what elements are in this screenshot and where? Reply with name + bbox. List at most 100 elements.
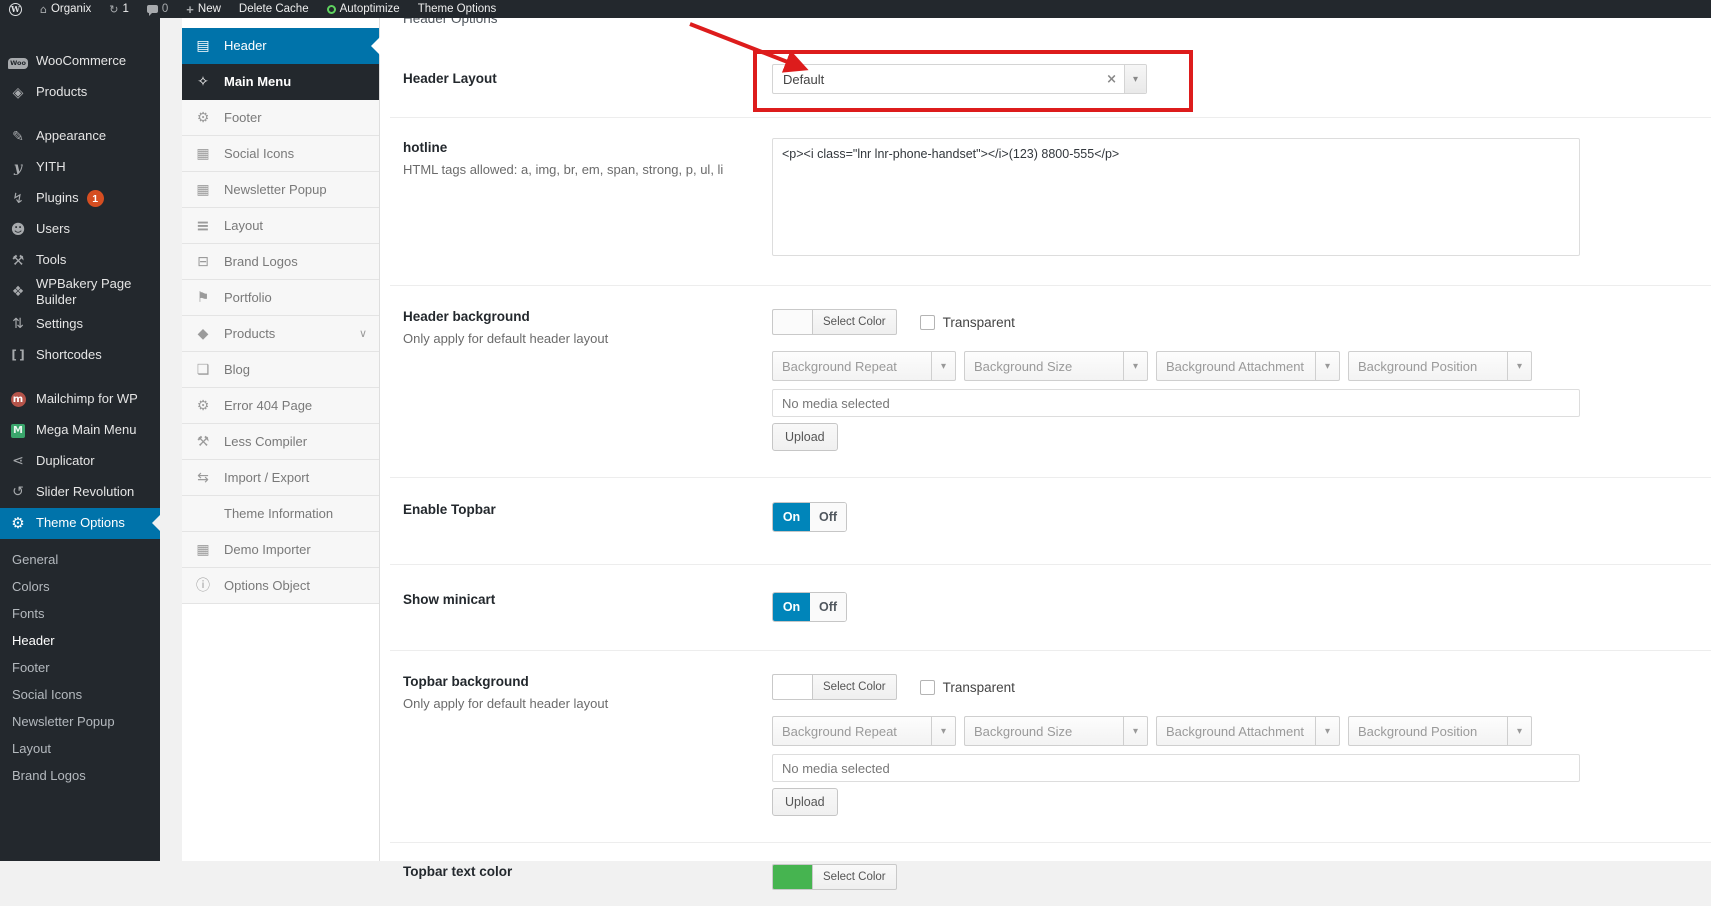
submenu-item-header[interactable]: Header — [0, 627, 160, 654]
options-nav-social-icons[interactable]: Social Icons — [182, 136, 379, 172]
submenu-item-footer[interactable]: Footer — [0, 654, 160, 681]
screen-grid-icon — [194, 147, 212, 161]
submenu-item-newsletter-popup[interactable]: Newsletter Popup — [0, 708, 160, 735]
clear-selection-icon[interactable] — [1099, 72, 1124, 87]
field-label: Enable Topbar — [403, 502, 772, 517]
section-title-clipped: Header Options — [403, 18, 1711, 31]
field-label: Topbar background — [403, 674, 772, 689]
upload-button[interactable]: Upload — [772, 788, 838, 816]
background-size-select[interactable]: Background Size — [964, 716, 1148, 746]
options-nav-import-export[interactable]: Import / Export — [182, 460, 379, 496]
autoptimize-label: Autoptimize — [340, 3, 400, 15]
background-attachment-select[interactable]: Background Attachment — [1156, 351, 1340, 381]
sidebar-item-mega-main-menu[interactable]: Mega Main Menu — [0, 415, 160, 446]
submenu-item-brand-logos[interactable]: Brand Logos — [0, 762, 160, 789]
options-nav-layout[interactable]: Layout — [182, 208, 379, 244]
toggle-off-button[interactable]: Off — [810, 503, 846, 531]
field-row-topbar-text-color: Topbar text color Select Color — [390, 843, 1711, 906]
submenu-item-layout[interactable]: Layout — [0, 735, 160, 762]
select-color-button[interactable]: Select Color — [812, 864, 897, 890]
field-description: Only apply for default header layout — [403, 696, 772, 711]
new-content-button[interactable]: + New — [177, 0, 230, 18]
sidebar-item-slider-revolution[interactable]: Slider Revolution — [0, 477, 160, 508]
screen-grid-icon — [194, 543, 212, 557]
select-color-button[interactable]: Select Color — [812, 309, 897, 335]
background-repeat-select[interactable]: Background Repeat — [772, 716, 956, 746]
submenu-item-fonts[interactable]: Fonts — [0, 600, 160, 627]
comments-icon — [147, 5, 158, 13]
options-nav-demo-importer[interactable]: Demo Importer — [182, 532, 379, 568]
media-url-field[interactable]: No media selected — [772, 754, 1580, 782]
sidebar-item-products[interactable]: Products — [0, 77, 160, 108]
sidebar-item-tools[interactable]: Tools — [0, 245, 160, 276]
theme-options-submenu: General Colors Fonts Header Footer Socia… — [0, 539, 160, 797]
header-layout-select[interactable]: Default — [772, 64, 1147, 94]
delete-cache-button[interactable]: Delete Cache — [230, 0, 318, 18]
sidebar-item-woocommerce[interactable]: WooCommerce — [0, 46, 160, 77]
background-position-select[interactable]: Background Position — [1348, 351, 1532, 381]
hotline-textarea[interactable]: <p><i class="lnr lnr-phone-handset"></i>… — [772, 138, 1580, 256]
options-nav-header[interactable]: Header — [182, 28, 379, 64]
site-name-link[interactable]: ⌂ Organix — [31, 0, 100, 18]
options-nav-error-404[interactable]: Error 404 Page — [182, 388, 379, 424]
toggle-on-button[interactable]: On — [773, 593, 810, 621]
sidebar-item-mailchimp[interactable]: Mailchimp for WP — [0, 384, 160, 415]
sidebar-item-shortcodes[interactable]: Shortcodes — [0, 340, 160, 371]
options-nav-brand-logos[interactable]: Brand Logos — [182, 244, 379, 280]
screen-grid-icon — [194, 183, 212, 197]
background-size-select[interactable]: Background Size — [964, 351, 1148, 381]
transparent-label: Transparent — [943, 315, 1015, 330]
theme-options-bar-link[interactable]: Theme Options — [409, 0, 506, 18]
sidebar-separator — [0, 108, 160, 121]
options-nav-main-menu[interactable]: Main Menu — [182, 64, 379, 100]
submenu-item-general[interactable]: General — [0, 546, 160, 573]
site-name: Organix — [51, 3, 91, 15]
color-swatch[interactable] — [772, 864, 812, 890]
select-color-button[interactable]: Select Color — [812, 674, 897, 700]
options-nav-options-object[interactable]: Options Object — [182, 568, 379, 604]
autoptimize-menu[interactable]: Autoptimize — [318, 0, 409, 18]
options-nav-portfolio[interactable]: Portfolio — [182, 280, 379, 316]
options-nav-less-compiler[interactable]: Less Compiler — [182, 424, 379, 460]
color-swatch[interactable] — [772, 309, 812, 335]
updates-link[interactable]: ↻ 1 — [100, 0, 138, 18]
sidebar-item-duplicator[interactable]: Duplicator — [0, 446, 160, 477]
sidebar-item-users[interactable]: Users — [0, 214, 160, 245]
wordpress-menu-button[interactable]: W — [0, 0, 31, 18]
header-layout-selected-value: Default — [773, 72, 1099, 87]
comments-link[interactable]: 0 — [138, 0, 177, 18]
sidebar-item-theme-options[interactable]: Theme Options — [0, 508, 160, 539]
sidebar-item-plugins[interactable]: Plugins 1 — [0, 183, 160, 214]
background-position-select[interactable]: Background Position — [1348, 716, 1532, 746]
background-attachment-select[interactable]: Background Attachment — [1156, 716, 1340, 746]
color-swatch[interactable] — [772, 674, 812, 700]
media-url-field[interactable]: No media selected — [772, 389, 1580, 417]
options-nav-newsletter-popup[interactable]: Newsletter Popup — [182, 172, 379, 208]
transparent-checkbox[interactable] — [920, 680, 935, 695]
options-nav-footer[interactable]: Footer — [182, 100, 379, 136]
plugins-update-badge: 1 — [87, 190, 104, 207]
sidebar-item-wpbakery[interactable]: WPBakery Page Builder — [0, 276, 160, 309]
sidebar-item-settings[interactable]: Settings — [0, 309, 160, 340]
settings-sliders-icon — [8, 317, 28, 331]
options-nav-blog[interactable]: Blog — [182, 352, 379, 388]
dropdown-arrow-icon[interactable] — [1124, 65, 1146, 93]
wp-admin-sidebar: WooCommerce Products Appearance YITH Plu… — [0, 18, 160, 861]
sidebar-item-yith[interactable]: YITH — [0, 152, 160, 183]
options-nav-products[interactable]: Products ∨ — [182, 316, 379, 352]
dropdown-arrow-icon — [1123, 717, 1147, 745]
submenu-item-social-icons[interactable]: Social Icons — [0, 681, 160, 708]
transparent-checkbox[interactable] — [920, 315, 935, 330]
admin-top-bar: W ⌂ Organix ↻ 1 0 + New Delete Cache Aut… — [0, 0, 1711, 18]
upload-button[interactable]: Upload — [772, 423, 838, 451]
toggle-on-button[interactable]: On — [773, 503, 810, 531]
toggle-off-button[interactable]: Off — [810, 593, 846, 621]
sidebar-gap — [160, 18, 182, 861]
gear-icon — [8, 516, 28, 531]
wordpress-logo-icon: W — [9, 3, 22, 16]
tools-icon — [8, 254, 28, 268]
background-repeat-select[interactable]: Background Repeat — [772, 351, 956, 381]
options-nav-theme-information[interactable]: Theme Information — [182, 496, 379, 532]
sidebar-item-appearance[interactable]: Appearance — [0, 121, 160, 152]
submenu-item-colors[interactable]: Colors — [0, 573, 160, 600]
